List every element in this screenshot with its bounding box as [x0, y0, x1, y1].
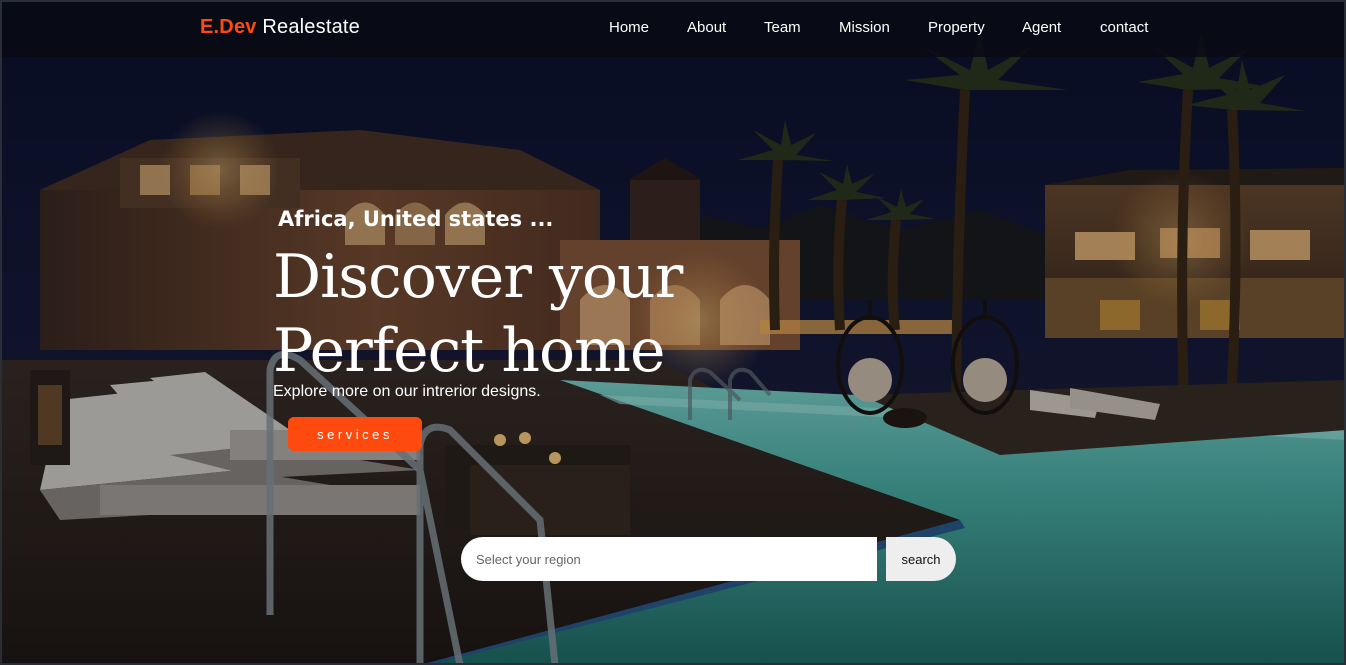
nav-link-property[interactable]: Property [928, 19, 985, 36]
hero-headline: Discover your Perfect home [273, 240, 683, 388]
nav-link-mission[interactable]: Mission [839, 19, 890, 36]
nav-link-contact[interactable]: contact [1100, 19, 1148, 36]
region-search-input[interactable] [461, 537, 877, 581]
hero-subtitle: Explore more on our intrerior designs. [273, 383, 541, 400]
hero-location: Africa, United states ... [278, 207, 554, 231]
hero-headline-line2: Perfect home [273, 316, 666, 386]
navbar: E.Dev Realestate Home About Team Mission… [0, 0, 1346, 57]
nav-link-agent[interactable]: Agent [1022, 19, 1061, 36]
hero-headline-line1: Discover your [273, 242, 683, 312]
nav-link-about[interactable]: About [687, 19, 726, 36]
nav-link-home[interactable]: Home [609, 19, 649, 36]
services-button[interactable]: services [288, 417, 422, 451]
main-nav: Home About Team Mission Property Agent c… [0, 19, 1346, 39]
search-button[interactable]: search [886, 537, 956, 581]
nav-link-team[interactable]: Team [764, 19, 801, 36]
